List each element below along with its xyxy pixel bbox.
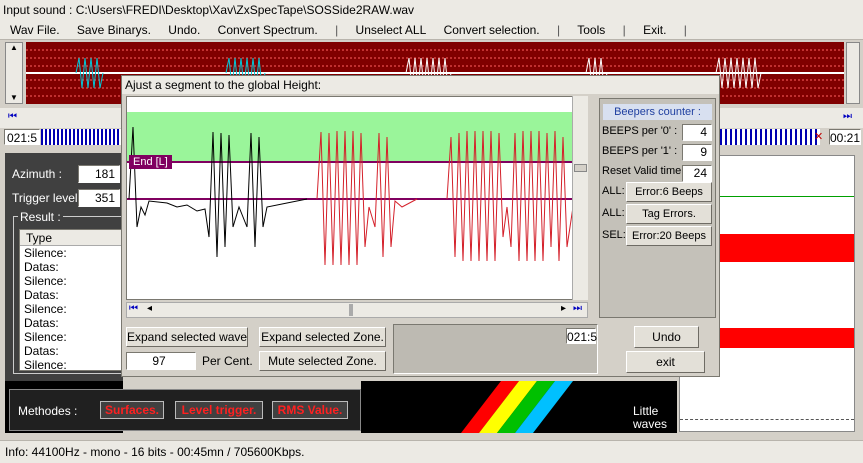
list-item[interactable]: Silence: xyxy=(24,302,122,316)
vscroll-thumb[interactable] xyxy=(574,164,587,172)
first-icon[interactable]: ⏮ xyxy=(129,303,138,314)
menu-separator: | xyxy=(335,23,339,37)
last-icon[interactable]: ⏭ xyxy=(843,111,852,122)
menu-bar: Wav File. Save Binarys. Undo. Convert Sp… xyxy=(0,20,863,40)
reset-valid-time-field[interactable]: 24 xyxy=(682,165,712,182)
list-item[interactable]: Silence: xyxy=(24,358,122,370)
status-bar: Info: 44100Hz - mono - 16 bits - 00:45mn… xyxy=(0,440,863,463)
tag-errors-button[interactable]: Tag Errors. xyxy=(626,204,712,224)
first-icon[interactable]: ⏮ xyxy=(8,111,17,122)
all-label-2: ALL: xyxy=(602,207,625,219)
expand-selected-zone-button[interactable]: Expand selected Zone. xyxy=(259,327,386,347)
menu-save-binaries[interactable]: Save Binarys. xyxy=(77,23,151,37)
undo-button[interactable]: Undo xyxy=(634,326,699,348)
azimuth-label: Azimuth : xyxy=(12,167,63,181)
rms-value-button[interactable]: RMS Value. xyxy=(272,401,348,419)
beeps1-field[interactable]: 9 xyxy=(682,144,712,161)
end-marker-label[interactable]: End [L] xyxy=(129,155,172,169)
exit-button[interactable]: exit xyxy=(626,351,705,373)
all-label-1: ALL: xyxy=(602,185,625,197)
result-label: Result : xyxy=(18,210,63,224)
scroll-up-icon[interactable]: ▲ xyxy=(6,43,22,53)
reset-valid-time-label: Reset Valid time: xyxy=(602,165,685,177)
bottom-black-area: Little waves _ xyxy=(361,381,677,444)
last-icon[interactable]: ⏭ xyxy=(573,303,582,314)
beepers-panel: Beepers counter : BEEPS per '0' : 4 BEEP… xyxy=(599,98,716,318)
dialog-time-field: 021:5 xyxy=(566,328,598,344)
menu-unselect-all[interactable]: Unselect ALL xyxy=(356,23,427,37)
beeps0-field[interactable]: 4 xyxy=(682,124,712,141)
left-time-field: 021:5 xyxy=(4,129,40,145)
spectrum-stripes-logo xyxy=(461,381,573,433)
menu-convert-spectrum[interactable]: Convert Spectrum. xyxy=(218,23,318,37)
menu-exit[interactable]: Exit. xyxy=(643,23,666,37)
list-item[interactable]: Datas: xyxy=(24,260,122,274)
menu-wav-file[interactable]: Wav File. xyxy=(10,23,60,37)
close-icon[interactable]: ✕ xyxy=(814,130,823,143)
mute-selected-zone-button[interactable]: Mute selected Zone. xyxy=(259,351,386,371)
list-item[interactable]: Datas: xyxy=(24,316,122,330)
list-item[interactable]: Datas: xyxy=(24,344,122,358)
right-arrow-icon[interactable]: ▸ xyxy=(561,303,566,314)
list-item[interactable]: Silence: xyxy=(24,330,122,344)
beepers-title: Beepers counter : xyxy=(603,104,712,120)
menu-separator: | xyxy=(622,23,626,37)
result-list[interactable]: Type Silence: Datas: Silence: Datas: Silence… xyxy=(19,229,123,371)
menu-separator: | xyxy=(556,23,561,37)
methodes-bar: Methodes : Surfaces. Level trigger. RMS … xyxy=(9,389,361,431)
list-item[interactable]: Datas: xyxy=(24,288,122,302)
window-title: Input sound : C:\Users\FREDI\Desktop\Xav… xyxy=(0,0,863,20)
type-column-header[interactable]: Type xyxy=(20,230,122,246)
beeps1-label: BEEPS per '1' : xyxy=(602,145,678,157)
waveform-hscroll[interactable]: ⏮ ◂ ▸ ⏭ xyxy=(126,302,588,318)
segment-waveform[interactable]: End [L] xyxy=(126,96,588,300)
time-panel: 021:5 xyxy=(393,324,598,374)
vertical-scrollbar[interactable]: ▲ ▼ xyxy=(5,42,23,104)
waveform-vscroll[interactable] xyxy=(572,96,588,300)
scroll-down-icon[interactable]: ▼ xyxy=(6,93,22,103)
beeps0-label: BEEPS per '0' : xyxy=(602,125,678,137)
surfaces-button[interactable]: Surfaces. xyxy=(100,401,164,419)
methodes-label: Methodes : xyxy=(18,404,78,418)
sel-label: SEL: xyxy=(602,229,626,241)
right-scrollbar[interactable] xyxy=(846,42,860,104)
hscroll-thumb[interactable] xyxy=(349,304,353,316)
menu-convert-selection[interactable]: Convert selection. xyxy=(444,23,540,37)
menu-tools[interactable]: Tools xyxy=(577,23,605,37)
azimuth-field[interactable]: 181 xyxy=(78,165,120,183)
left-arrow-icon[interactable]: ◂ xyxy=(147,303,152,314)
list-item[interactable]: Silence: xyxy=(24,274,122,288)
timeline-marks-right xyxy=(720,129,820,145)
expand-selected-waves-button[interactable]: Expand selected waves. xyxy=(126,327,248,347)
error-6-beeps-button[interactable]: Error:6 Beeps xyxy=(626,182,712,202)
timeline-marks-left xyxy=(41,129,121,145)
trigger-level-field[interactable]: 351 xyxy=(78,189,120,207)
right-time-field: 00:21 xyxy=(829,129,861,145)
little-waves-label: Little waves _ xyxy=(633,404,668,444)
menu-undo[interactable]: Undo. xyxy=(168,23,200,37)
level-trigger-button[interactable]: Level trigger. xyxy=(175,401,263,419)
dialog-title: Ajust a segment to the global Height: xyxy=(122,76,719,94)
adjust-segment-dialog: Ajust a segment to the global Height: En… xyxy=(121,75,720,377)
error-20-beeps-button[interactable]: Error:20 Beeps xyxy=(626,226,712,246)
percent-label: Per Cent. xyxy=(202,354,253,368)
percent-field[interactable]: 97 xyxy=(126,352,196,370)
list-item[interactable]: Silence: xyxy=(24,246,122,260)
menu-separator: | xyxy=(683,23,687,37)
dash-line xyxy=(680,419,854,420)
trigger-level-label: Trigger level : xyxy=(12,191,85,205)
